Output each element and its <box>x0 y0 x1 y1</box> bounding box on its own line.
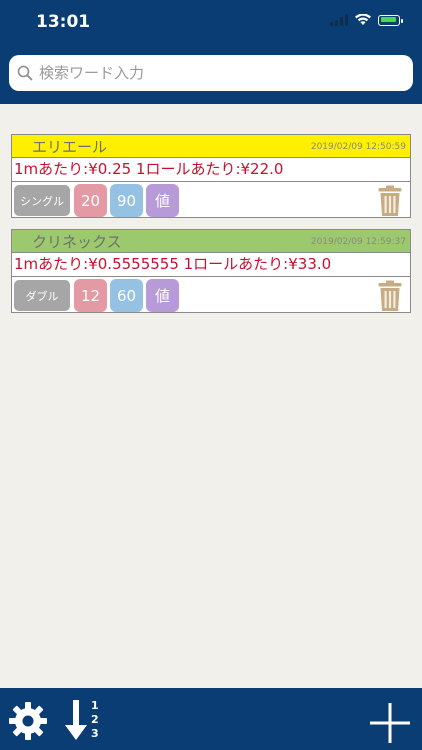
sort-number: 3 <box>91 727 99 740</box>
bottom-toolbar: 1 2 3 <box>0 688 422 750</box>
status-bar: 13:01 <box>0 0 422 44</box>
item-price-text: 1mあたり:¥0.25 1ロールあたり:¥22.0 <box>12 158 410 182</box>
length-button[interactable]: 20 <box>74 184 107 217</box>
search-icon <box>17 65 33 81</box>
list-item[interactable]: エリエール 2019/02/09 12:50:59 1mあたり:¥0.25 1ロ… <box>11 134 411 218</box>
battery-icon <box>378 14 403 26</box>
item-name: エリエール <box>32 138 108 156</box>
sort-number: 2 <box>91 713 99 726</box>
price-button[interactable]: 値 <box>146 279 179 312</box>
plus-icon[interactable] <box>370 703 410 743</box>
search-bar[interactable] <box>9 55 413 91</box>
header: 13:01 <box>0 0 422 104</box>
item-date: 2019/02/09 12:59:37 <box>310 237 406 247</box>
rolls-button[interactable]: 90 <box>110 184 143 217</box>
price-button[interactable]: 値 <box>146 184 179 217</box>
item-actions: シングル 20 90 値 <box>12 182 410 218</box>
item-date: 2019/02/09 12:50:59 <box>310 142 406 152</box>
item-name: クリネックス <box>32 233 122 251</box>
signal-icon <box>330 14 348 26</box>
rolls-button[interactable]: 60 <box>110 279 143 312</box>
wifi-icon <box>355 14 371 25</box>
trash-icon[interactable] <box>378 185 402 217</box>
list-item[interactable]: クリネックス 2019/02/09 12:59:37 1mあたり:¥0.5555… <box>11 229 411 313</box>
sort-button[interactable]: 1 2 3 <box>64 698 104 742</box>
search-input[interactable] <box>37 63 401 83</box>
sort-number: 1 <box>91 699 99 712</box>
trash-icon[interactable] <box>378 280 402 312</box>
sort-arrow-icon <box>65 700 87 740</box>
item-actions: ダブル 12 60 値 <box>12 277 410 313</box>
ply-type-button[interactable]: シングル <box>14 185 70 216</box>
length-button[interactable]: 12 <box>74 279 107 312</box>
ply-type-button[interactable]: ダブル <box>14 280 70 311</box>
item-title-bar: エリエール 2019/02/09 12:50:59 <box>12 135 410 158</box>
item-price-text: 1mあたり:¥0.5555555 1ロールあたり:¥33.0 <box>12 253 410 277</box>
status-time: 13:01 <box>36 12 91 32</box>
status-icons <box>330 14 403 26</box>
item-title-bar: クリネックス 2019/02/09 12:59:37 <box>12 230 410 253</box>
gear-icon[interactable] <box>8 701 48 741</box>
